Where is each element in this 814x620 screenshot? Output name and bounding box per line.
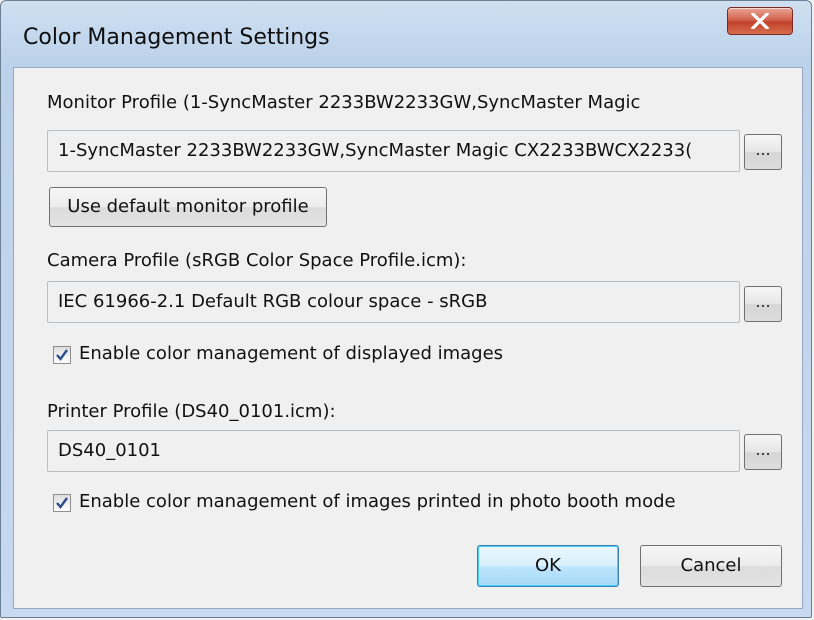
- enable-display-checkbox[interactable]: [53, 346, 71, 364]
- monitor-profile-label: Monitor Profile (1-SyncMaster 2233BW2233…: [47, 92, 641, 113]
- printer-profile-label: Printer Profile (DS40_0101.icm):: [47, 401, 336, 422]
- checkmark-icon: [56, 497, 68, 509]
- camera-profile-value: IEC 61966-2.1 Default RGB colour space -…: [58, 291, 488, 312]
- monitor-profile-browse-button[interactable]: ...: [744, 134, 782, 170]
- close-button[interactable]: [727, 7, 793, 35]
- printer-profile-value: DS40_0101: [58, 440, 161, 461]
- printer-profile-browse-button[interactable]: ...: [744, 434, 782, 470]
- enable-print-label: Enable color management of images printe…: [79, 491, 676, 512]
- dialog-content: Monitor Profile (1-SyncMaster 2233BW2233…: [13, 67, 803, 609]
- monitor-profile-value: 1-SyncMaster 2233BW2233GW,SyncMaster Mag…: [58, 140, 693, 161]
- close-x-icon: [751, 13, 769, 29]
- camera-profile-field[interactable]: IEC 61966-2.1 Default RGB colour space -…: [47, 281, 740, 323]
- dialog-title: Color Management Settings: [23, 25, 330, 50]
- printer-profile-field[interactable]: DS40_0101: [47, 430, 740, 472]
- camera-profile-browse-button[interactable]: ...: [744, 286, 782, 322]
- use-default-monitor-profile-button[interactable]: Use default monitor profile: [49, 187, 327, 227]
- monitor-profile-field[interactable]: 1-SyncMaster 2233BW2233GW,SyncMaster Mag…: [47, 130, 740, 172]
- camera-profile-label: Camera Profile (sRGB Color Space Profile…: [47, 250, 467, 271]
- dialog-window: Color Management Settings Monitor Profil…: [0, 0, 812, 618]
- cancel-button[interactable]: Cancel: [640, 545, 782, 587]
- enable-print-checkbox[interactable]: [53, 494, 71, 512]
- ok-button[interactable]: OK: [477, 545, 619, 587]
- enable-display-label: Enable color management of displayed ima…: [79, 343, 504, 364]
- title-bar[interactable]: Color Management Settings: [1, 1, 813, 65]
- checkmark-icon: [56, 349, 68, 361]
